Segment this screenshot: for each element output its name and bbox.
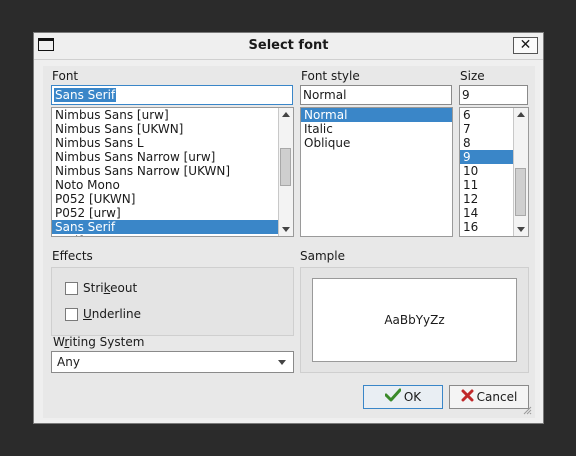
sample-group: AaBbYyZz bbox=[300, 267, 529, 373]
size-label: Size bbox=[460, 69, 485, 83]
font-list-item[interactable]: Nimbus Sans [urw] bbox=[52, 108, 293, 122]
title-bar: Select font ✕ bbox=[34, 33, 543, 60]
writing-system-combo[interactable]: Any bbox=[51, 351, 294, 373]
font-list[interactable]: Nimbus Sans [urw] Nimbus Sans [UKWN] Nimbu… bbox=[51, 107, 294, 237]
writing-system-value: Any bbox=[57, 355, 80, 369]
close-icon: ✕ bbox=[519, 37, 532, 53]
ok-button[interactable]: OK bbox=[363, 385, 443, 409]
size-list-scrollbar[interactable] bbox=[513, 108, 528, 236]
checkmark-icon bbox=[384, 387, 402, 409]
close-button[interactable]: ✕ bbox=[513, 37, 538, 54]
font-list-item[interactable]: P052 [urw] bbox=[52, 206, 293, 220]
font-list-item[interactable]: Nimbus Sans Narrow [urw] bbox=[52, 150, 293, 164]
sample-label: Sample bbox=[300, 249, 345, 263]
font-style-list-item[interactable]: Oblique bbox=[301, 136, 452, 150]
font-style-input[interactable]: Normal bbox=[300, 85, 452, 105]
effects-group: Strikeout Underline bbox=[51, 267, 294, 336]
underline-label[interactable]: Underline bbox=[83, 307, 141, 321]
effects-label: Effects bbox=[52, 249, 93, 263]
font-label: Font bbox=[52, 69, 79, 83]
writing-system-label: Writing System bbox=[53, 335, 145, 349]
font-list-item[interactable]: Noto Mono bbox=[52, 178, 293, 192]
strikeout-label[interactable]: Strikeout bbox=[83, 281, 137, 295]
resize-grip-icon[interactable] bbox=[522, 405, 532, 415]
size-input[interactable]: 9 bbox=[459, 85, 528, 105]
ok-label: OK bbox=[403, 390, 422, 404]
scroll-down-icon[interactable] bbox=[517, 227, 525, 232]
font-list-item[interactable]: Nimbus Sans L bbox=[52, 136, 293, 150]
strikeout-checkbox[interactable] bbox=[65, 282, 78, 295]
font-style-list-item[interactable]: Italic bbox=[301, 122, 452, 136]
font-style-list-item[interactable]: Normal bbox=[301, 108, 452, 122]
cancel-label: Cancel bbox=[476, 390, 518, 404]
font-list-item[interactable]: Nimbus Sans [UKWN] bbox=[52, 122, 293, 136]
dialog-title: Select font bbox=[248, 38, 329, 53]
font-style-list[interactable]: Normal Italic Oblique bbox=[300, 107, 453, 237]
cancel-button[interactable]: Cancel bbox=[449, 385, 529, 409]
select-font-dialog: Select font ✕ Font Sans Serif Nimbus San… bbox=[33, 32, 544, 424]
font-list-item[interactable]: Serif bbox=[52, 234, 293, 236]
underline-checkbox[interactable] bbox=[65, 308, 78, 321]
font-style-label: Font style bbox=[301, 69, 360, 83]
font-list-scrollbar[interactable] bbox=[278, 108, 293, 236]
scroll-down-icon[interactable] bbox=[282, 227, 290, 232]
scroll-up-icon[interactable] bbox=[517, 112, 525, 117]
font-list-item[interactable]: Nimbus Sans Narrow [UKWN] bbox=[52, 164, 293, 178]
sample-preview: AaBbYyZz bbox=[312, 278, 517, 362]
size-list[interactable]: 6789101112141618 bbox=[459, 107, 529, 237]
sample-text: AaBbYyZz bbox=[384, 313, 445, 327]
dialog-body: Font Sans Serif Nimbus Sans [urw] Nimbus … bbox=[43, 66, 535, 418]
font-input-value: Sans Serif bbox=[54, 88, 117, 102]
cross-icon bbox=[461, 387, 474, 409]
font-input[interactable]: Sans Serif bbox=[51, 85, 293, 105]
scroll-thumb[interactable] bbox=[515, 168, 526, 216]
font-list-item[interactable]: Sans Serif bbox=[52, 220, 293, 234]
chevron-down-icon bbox=[278, 360, 286, 365]
scroll-up-icon[interactable] bbox=[282, 112, 290, 117]
scroll-thumb[interactable] bbox=[280, 148, 291, 186]
font-list-item[interactable]: P052 [UKWN] bbox=[52, 192, 293, 206]
